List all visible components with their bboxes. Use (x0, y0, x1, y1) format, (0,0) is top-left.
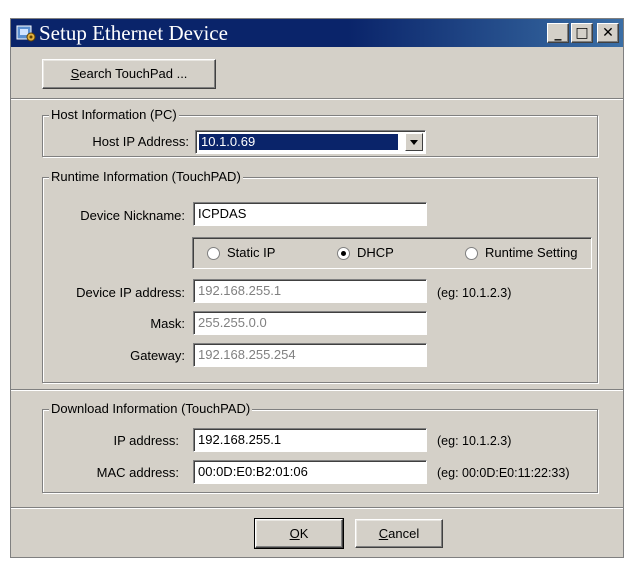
app-icon (16, 25, 36, 42)
ok-button[interactable]: OK (254, 518, 344, 549)
device-ip-label: Device IP address: (76, 285, 185, 300)
ok-label: K (299, 526, 309, 541)
separator-top (11, 98, 623, 100)
gateway-field[interactable]: 192.168.255.254 (193, 343, 427, 367)
download-ip-hint: (eg: 10.1.2.3) (437, 434, 512, 448)
cancel-mnemonic: C (378, 526, 389, 541)
search-touchpad-button[interactable]: Search TouchPad ... (42, 59, 216, 89)
cancel-label: ancel (388, 526, 420, 541)
maximize-icon: □ (575, 25, 589, 41)
dhcp-radio[interactable] (337, 247, 350, 260)
device-nickname-field[interactable]: ICPDAS (193, 202, 427, 226)
device-ip-field[interactable]: 192.168.255.1 (193, 279, 427, 303)
separator-middle (11, 389, 623, 391)
maximize-button[interactable]: □ (571, 23, 593, 43)
mask-field[interactable]: 255.255.0.0 (193, 311, 427, 335)
runtime-group-legend: Runtime Information (TouchPAD) (49, 169, 243, 184)
host-ip-selected-value: 10.1.0.69 (199, 134, 398, 150)
minimize-icon: _ (554, 25, 562, 41)
mac-address-field[interactable]: 00:0D:E0:B2:01:06 (193, 460, 427, 484)
window-title: Setup Ethernet Device (39, 21, 228, 45)
dropdown-button[interactable] (405, 133, 423, 151)
runtime-setting-radio[interactable] (465, 247, 478, 260)
download-group-legend: Download Information (TouchPAD) (49, 401, 253, 416)
title-bar[interactable]: Setup Ethernet Device _ □ ✕ (11, 19, 623, 47)
host-ip-label: Host IP Address: (92, 134, 189, 149)
ok-mnemonic: O (289, 526, 300, 541)
gateway-label: Gateway: (130, 348, 185, 363)
search-label: earch TouchPad ... (79, 66, 188, 81)
close-button[interactable]: ✕ (597, 23, 619, 43)
download-ip-field[interactable]: 192.168.255.1 (193, 428, 427, 452)
host-group-legend: Host Information (PC) (49, 107, 179, 122)
cancel-button[interactable]: Cancel (355, 519, 443, 548)
close-icon: ✕ (602, 25, 614, 41)
ip-mode-radio-group: Static IP DHCP Runtime Setting (192, 237, 592, 269)
mac-address-label: MAC address: (96, 465, 179, 480)
runtime-setting-label[interactable]: Runtime Setting (485, 245, 578, 260)
host-ip-select[interactable]: 10.1.0.69 (195, 130, 426, 154)
search-mnemonic: S (70, 66, 80, 81)
static-ip-label[interactable]: Static IP (227, 245, 275, 260)
chevron-down-icon (410, 140, 418, 145)
device-ip-hint: (eg: 10.1.2.3) (437, 286, 512, 300)
download-ip-label: IP address: (113, 433, 179, 448)
dhcp-label[interactable]: DHCP (357, 245, 394, 260)
device-nickname-label: Device Nickname: (80, 208, 185, 223)
separator-bottom (11, 507, 623, 509)
minimize-button[interactable]: _ (547, 23, 569, 43)
mask-label: Mask: (150, 316, 185, 331)
setup-ethernet-dialog: Setup Ethernet Device _ □ ✕ Search Touch… (10, 18, 624, 558)
mac-address-hint: (eg: 00:0D:E0:11:22:33) (437, 466, 570, 480)
static-ip-radio[interactable] (207, 247, 220, 260)
